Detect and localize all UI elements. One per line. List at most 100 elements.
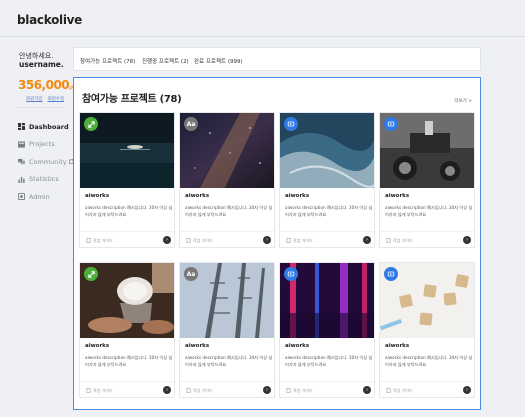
work-guide-link[interactable]: 작업 가이드 bbox=[393, 388, 413, 394]
card-title: aiworks bbox=[85, 193, 110, 199]
sidebar-item-label: Statistics bbox=[29, 175, 59, 184]
card-thumbnail bbox=[280, 113, 374, 188]
work-guide-link[interactable]: 작업 가이드 bbox=[93, 388, 113, 394]
card-title: aiworks bbox=[385, 193, 410, 199]
guide-icon bbox=[186, 388, 191, 393]
arrow-right-icon[interactable]: › bbox=[263, 236, 271, 244]
video-task-icon bbox=[384, 117, 398, 131]
work-guide-link[interactable]: 작업 가이드 bbox=[93, 238, 113, 244]
card-description: aiworks description 예시입니다. 30자 이상 넘어가지 않… bbox=[385, 205, 473, 217]
card-title: aiworks bbox=[185, 193, 210, 199]
card-title: aiworks bbox=[185, 343, 210, 349]
view-more-link[interactable]: 더보기 > bbox=[454, 98, 472, 104]
card-footer: 작업 가이드 › bbox=[280, 381, 374, 397]
username-text: username. bbox=[19, 60, 64, 69]
header-divider bbox=[0, 36, 525, 37]
community-icon bbox=[18, 158, 25, 165]
page-title: 참여가능 프로젝트 (78) bbox=[82, 94, 182, 105]
card-thumbnail bbox=[380, 113, 474, 188]
image-task-icon bbox=[84, 117, 98, 131]
project-card[interactable]: aiworks aiworks description 예시입니다. 30자 이… bbox=[379, 112, 475, 248]
card-footer: 작업 가이드 › bbox=[380, 231, 474, 247]
arrow-right-icon[interactable]: › bbox=[463, 386, 471, 394]
tab-in-progress[interactable]: 진행중 프로젝트 (2) bbox=[142, 57, 189, 65]
sidebar-item-label: Dashboard bbox=[29, 122, 69, 131]
sidebar-item-statistics[interactable]: Statistics bbox=[18, 171, 74, 189]
sidebar-item-label: Admin bbox=[29, 192, 50, 201]
guide-icon bbox=[286, 388, 291, 393]
card-description: aiworks description 예시입니다. 30자 이상 넘어가지 않… bbox=[85, 355, 173, 367]
points-balance: 356,000pts bbox=[18, 78, 77, 92]
arrow-right-icon[interactable]: › bbox=[263, 386, 271, 394]
card-footer: 작업 가이드 › bbox=[80, 231, 174, 247]
card-description: aiworks description 예시입니다. 30자 이상 넘어가지 않… bbox=[385, 355, 473, 367]
card-description: aiworks description 예시입니다. 30자 이상 넘어가지 않… bbox=[285, 205, 373, 217]
sidebar-item-admin[interactable]: Admin bbox=[18, 188, 74, 206]
card-description: aiworks description 예시입니다. 30자 이상 넘어가지 않… bbox=[285, 355, 373, 367]
statistics-icon bbox=[18, 176, 25, 183]
project-card[interactable]: aiworks aiworks description 예시입니다. 30자 이… bbox=[379, 262, 475, 398]
arrow-right-icon[interactable]: › bbox=[363, 386, 371, 394]
project-card[interactable]: aiworks aiworks description 예시입니다. 30자 이… bbox=[279, 112, 375, 248]
card-title: aiworks bbox=[385, 343, 410, 349]
sidebar-divider bbox=[14, 107, 66, 108]
guide-icon bbox=[86, 238, 91, 243]
image-task-icon bbox=[84, 267, 98, 281]
arrow-right-icon[interactable]: › bbox=[363, 236, 371, 244]
available-projects-panel: 참여가능 프로젝트 (78) 더보기 > aiworks aiworks des… bbox=[73, 77, 481, 410]
project-tabs: 참여가능 프로젝트 (78) 진행중 프로젝트 (2) 완료 프로젝트 (999… bbox=[73, 47, 481, 71]
sidebar-item-projects[interactable]: Projects bbox=[18, 136, 74, 154]
sidebar-item-dashboard[interactable]: Dashboard bbox=[18, 118, 74, 136]
video-task-icon bbox=[384, 267, 398, 281]
card-thumbnail bbox=[280, 263, 374, 338]
card-footer: 작업 가이드 › bbox=[280, 231, 374, 247]
work-guide-link[interactable]: 작업 가이드 bbox=[193, 388, 213, 394]
signup-link[interactable]: 회원가입 bbox=[26, 97, 43, 102]
points-value: 356,000 bbox=[18, 78, 70, 92]
work-guide-link[interactable]: 작업 가이드 bbox=[193, 238, 213, 244]
card-title: aiworks bbox=[285, 343, 310, 349]
dashboard-icon bbox=[18, 123, 25, 131]
work-guide-link[interactable]: 작업 가이드 bbox=[293, 238, 313, 244]
arrow-right-icon[interactable]: › bbox=[163, 386, 171, 394]
card-thumbnail: Aa bbox=[180, 263, 274, 338]
card-thumbnail bbox=[380, 263, 474, 338]
brand-logo[interactable]: blackolive bbox=[17, 13, 82, 27]
tab-available[interactable]: 참여가능 프로젝트 (78) bbox=[80, 57, 135, 65]
card-description: aiworks description 예시입니다. 30자 이상 넘어가지 않… bbox=[185, 355, 273, 367]
arrow-right-icon[interactable]: › bbox=[163, 236, 171, 244]
card-description: aiworks description 예시입니다. 30자 이상 넘어가지 않… bbox=[185, 205, 273, 217]
greeting-text: 안녕하세요. bbox=[19, 52, 54, 60]
card-title: aiworks bbox=[285, 193, 310, 199]
text-task-icon: Aa bbox=[184, 267, 198, 281]
edit-profile-link[interactable]: 회원수정 bbox=[48, 97, 65, 102]
admin-icon bbox=[18, 193, 25, 201]
work-guide-link[interactable]: 작업 가이드 bbox=[293, 388, 313, 394]
project-card[interactable]: aiworks aiworks description 예시입니다. 30자 이… bbox=[279, 262, 375, 398]
work-guide-link[interactable]: 작업 가이드 bbox=[393, 238, 413, 244]
card-thumbnail bbox=[80, 263, 174, 338]
card-footer: 작업 가이드 › bbox=[80, 381, 174, 397]
guide-icon bbox=[186, 238, 191, 243]
project-card[interactable]: Aa aiworks aiworks description 예시입니다. 30… bbox=[179, 262, 275, 398]
sidebar-item-label: Projects bbox=[29, 140, 55, 149]
project-card[interactable]: aiworks aiworks description 예시입니다. 30자 이… bbox=[79, 262, 175, 398]
arrow-right-icon[interactable]: › bbox=[463, 236, 471, 244]
guide-icon bbox=[86, 388, 91, 393]
sidebar-item-community[interactable]: Community bbox=[18, 153, 74, 171]
card-footer: 작업 가이드 › bbox=[380, 381, 474, 397]
project-card[interactable]: aiworks aiworks description 예시입니다. 30자 이… bbox=[79, 112, 175, 248]
card-footer: 작업 가이드 › bbox=[180, 231, 274, 247]
project-card[interactable]: Aa aiworks aiworks description 예시입니다. 30… bbox=[179, 112, 275, 248]
projects-icon bbox=[18, 141, 25, 148]
guide-icon bbox=[286, 238, 291, 243]
card-description: aiworks description 예시입니다. 30자 이상 넘어가지 않… bbox=[85, 205, 173, 217]
tab-completed[interactable]: 완료 프로젝트 (999) bbox=[194, 57, 243, 65]
text-task-icon: Aa bbox=[184, 117, 198, 131]
sidebar-item-label: Community bbox=[29, 157, 67, 166]
video-task-icon bbox=[284, 267, 298, 281]
video-task-icon bbox=[284, 117, 298, 131]
guide-icon bbox=[386, 388, 391, 393]
card-thumbnail bbox=[80, 113, 174, 188]
sidebar-nav: Dashboard Projects Community Statistics … bbox=[18, 118, 74, 206]
